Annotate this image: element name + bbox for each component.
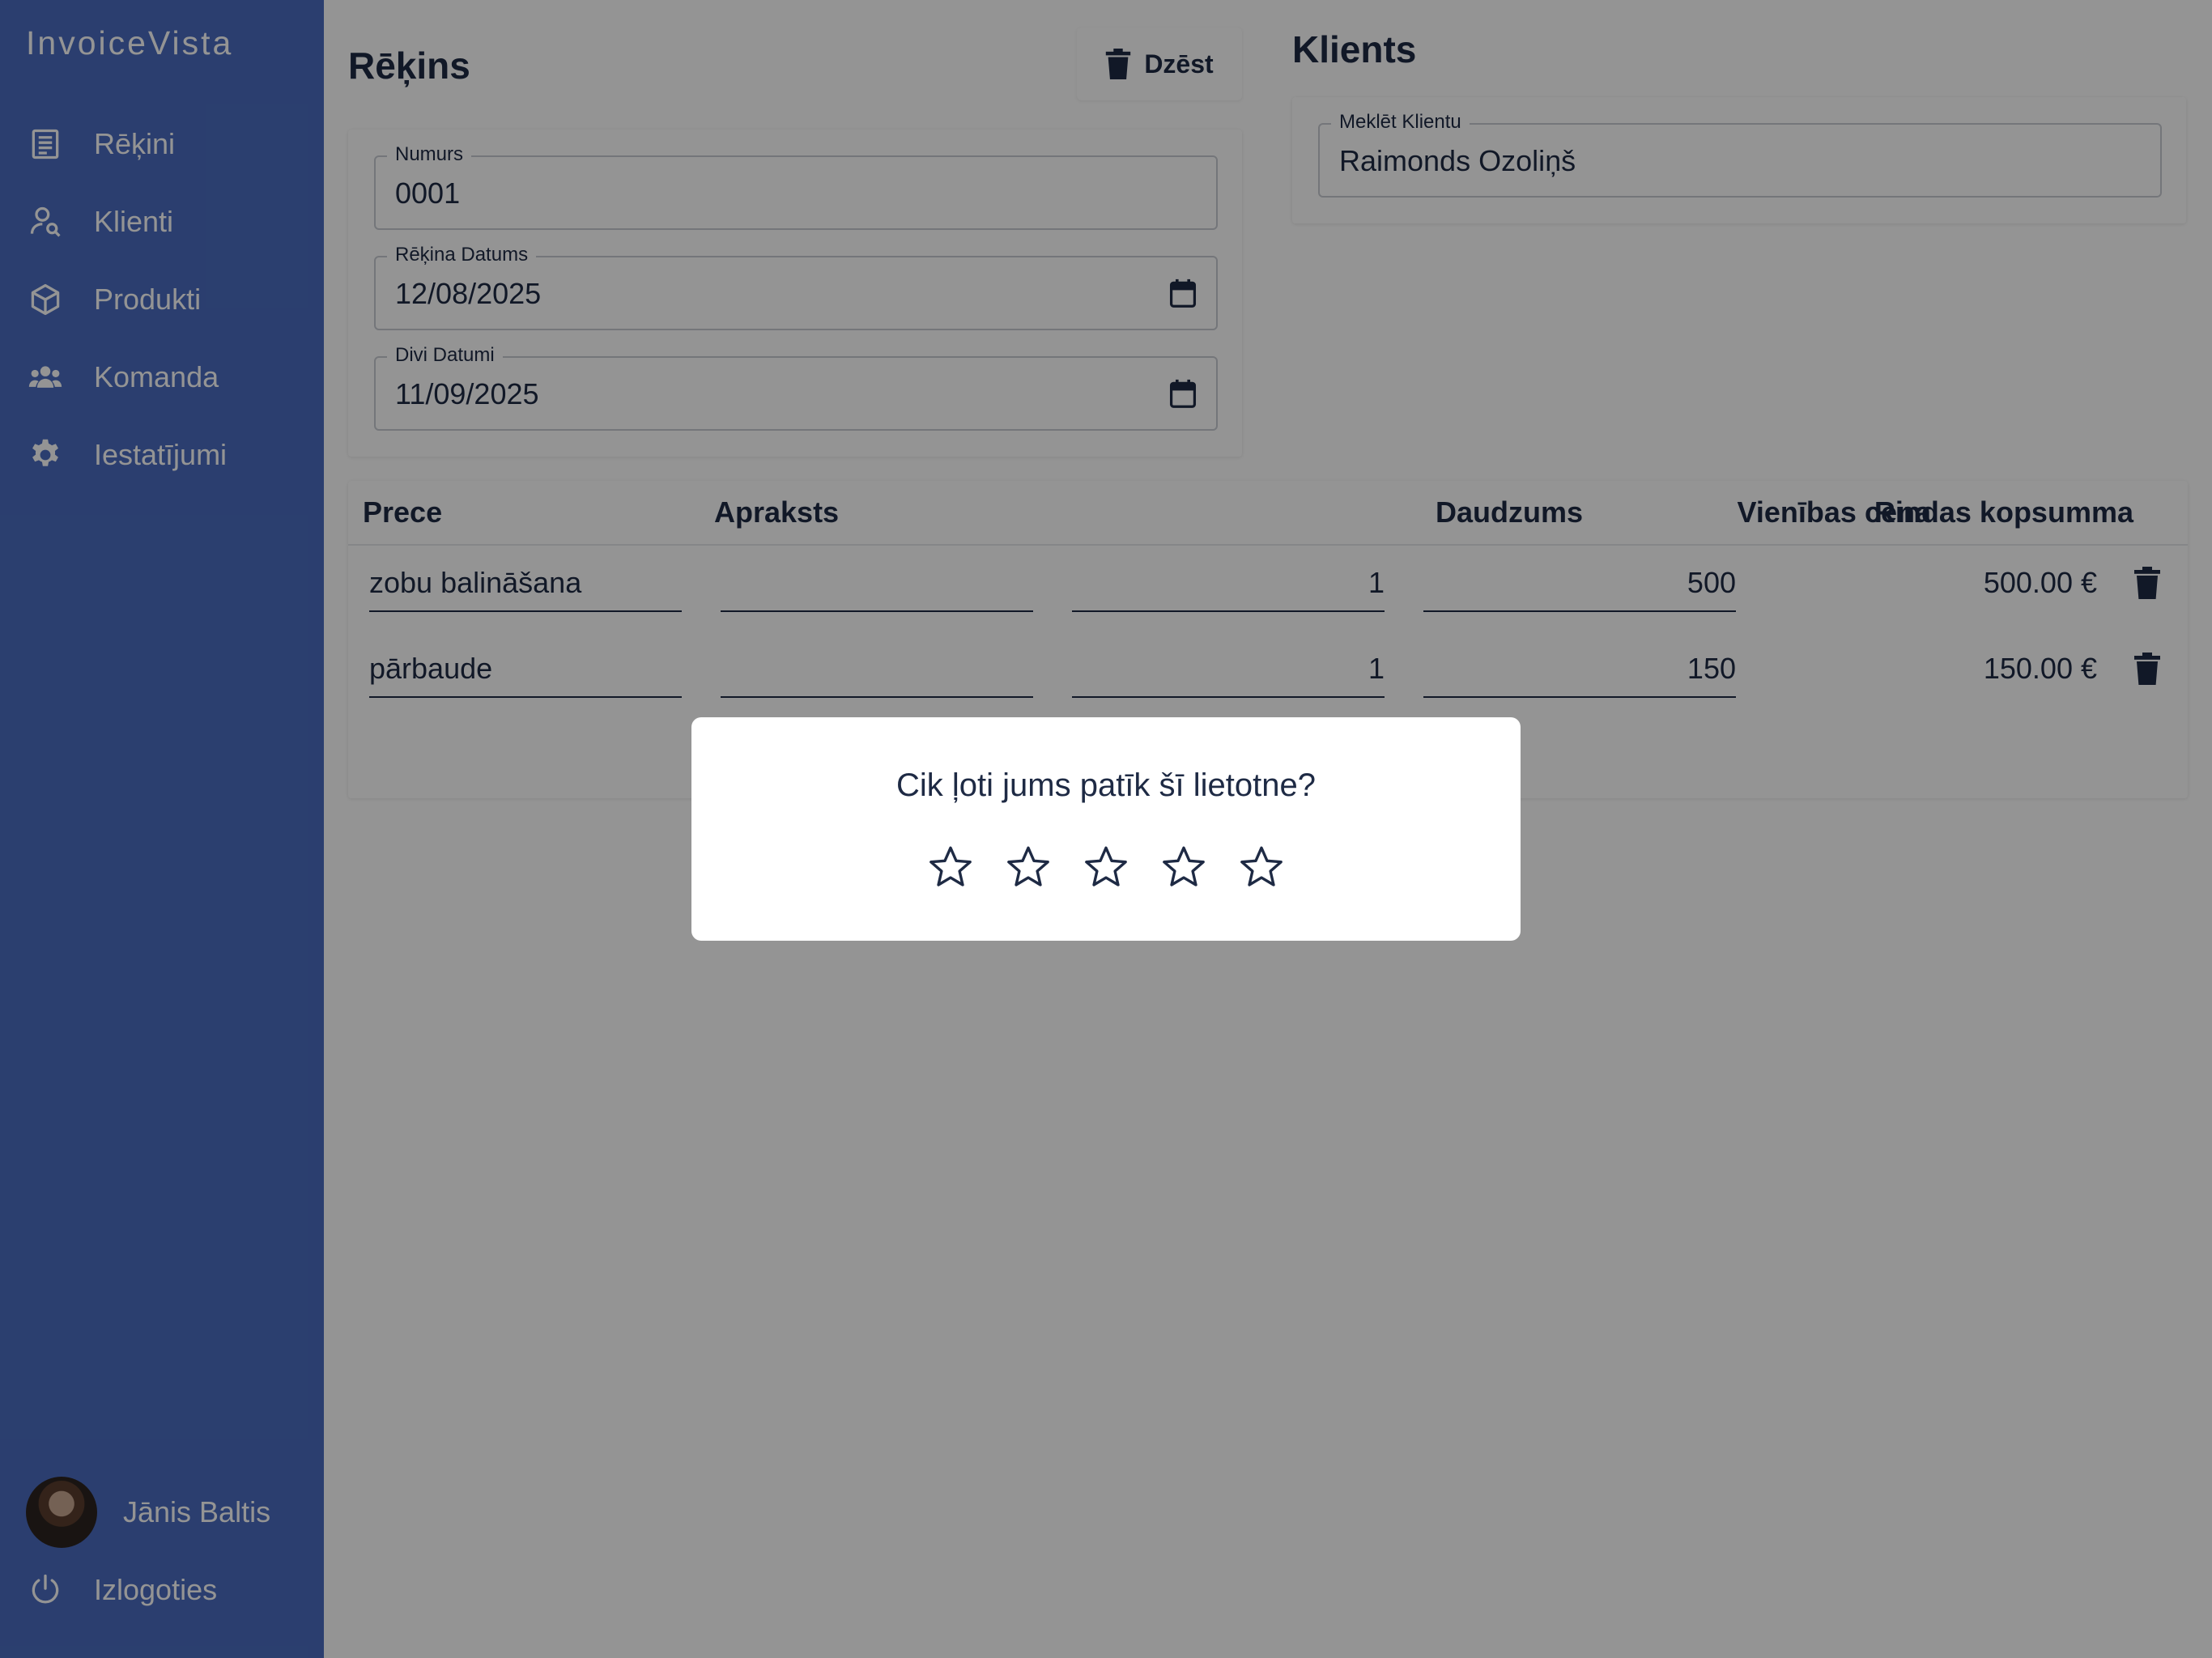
star-icon[interactable] (1238, 844, 1285, 891)
rating-question: Cik ļoti jums patīk šī lietotne? (896, 767, 1316, 803)
star-icon[interactable] (1005, 844, 1052, 891)
star-icon[interactable] (1083, 844, 1129, 891)
app-root: InvoiceVista Rēķini Klienti Produkti Kom… (0, 0, 2212, 1658)
rating-stars (691, 844, 1521, 891)
star-icon[interactable] (1160, 844, 1207, 891)
star-icon[interactable] (927, 844, 974, 891)
rating-modal: Cik ļoti jums patīk šī lietotne? (691, 717, 1521, 941)
